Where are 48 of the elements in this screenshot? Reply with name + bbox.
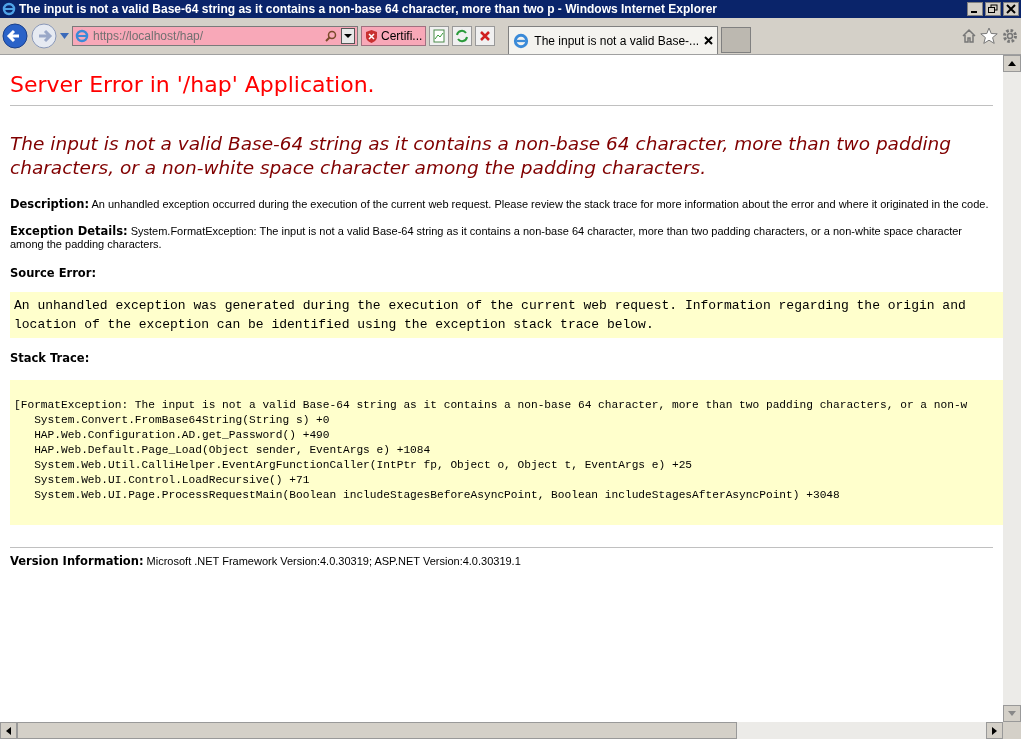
browser-tab[interactable]: The input is not a valid Base-... xyxy=(508,26,719,54)
field-text: Exception Details: System.FormatException: The input is not a valid Base-64 string as it contains a non-base 64 character, more than two padding characters, or a non-white space character among the padding characters. xyxy=(10,225,963,251)
dropdown-icon[interactable] xyxy=(341,28,355,44)
scroll-right-arrow-icon[interactable] xyxy=(992,726,997,735)
code-line: HAP.Web.Configuration.AD.get_Password() +490 xyxy=(33,427,331,443)
error-message: The input is not a valid Base-64 string as it contains a non-base 64 character, more than two padding characters, or a non-white space character among the padding characters. xyxy=(10,132,953,180)
scroll-up-arrow-icon[interactable] xyxy=(1008,61,1016,66)
close-icon[interactable] xyxy=(1003,2,1019,16)
shield-icon xyxy=(365,29,378,43)
scrollbar-thumb[interactable] xyxy=(17,722,737,739)
field-text: Version Information: Microsoft .NET Framework Version:4.0.30319; ASP.NET Version:4.0.30319.1 xyxy=(10,554,522,568)
code-line: HAP.Web.Default.Page_Load(Object sender, EventArgs e) +1084 xyxy=(33,442,432,458)
page-icon xyxy=(75,29,89,43)
page-heading: Server Error in '/hap' Application. xyxy=(10,71,993,106)
search-icon[interactable] xyxy=(325,30,337,42)
refresh-icon[interactable] xyxy=(452,26,473,46)
vertical-scrollbar[interactable] xyxy=(1003,55,1021,722)
browser-logo-icon xyxy=(2,2,16,16)
horizontal-scrollbar[interactable] xyxy=(0,722,1003,739)
settings-icon[interactable] xyxy=(1001,27,1019,45)
stop-icon[interactable] xyxy=(475,26,496,46)
home-icon[interactable] xyxy=(961,28,977,44)
code-line: System.Web.UI.Control.LoadRecursive() +71 xyxy=(33,472,311,488)
code-line: [FormatException: The input is not a valid Base-64 string as it contains a non-base 64 character, more than two padding characters, or a non-w xyxy=(14,397,969,413)
restore-icon[interactable] xyxy=(985,2,1001,16)
page-icon xyxy=(513,32,530,49)
star-icon[interactable] xyxy=(980,27,998,45)
code-line: An unhandled exception was generated during the execution of the current web request. Information regarding the origin and xyxy=(14,297,967,316)
scroll-left-arrow-icon[interactable] xyxy=(6,726,11,735)
code-line: location of the exception can be identified using the exception stack trace below. xyxy=(14,316,655,335)
scrollbar-corner xyxy=(1003,722,1021,739)
tab-label: The input is not a valid Base-... xyxy=(534,32,700,50)
compatibility-icon[interactable] xyxy=(429,26,450,46)
certificate-error-button[interactable]: Certifi... xyxy=(361,26,427,46)
back-icon[interactable] xyxy=(2,23,28,49)
url-text: https://localhost/hap/ xyxy=(93,28,205,45)
scroll-down-arrow-icon[interactable] xyxy=(1008,711,1016,716)
section-label: Stack Trace: xyxy=(10,350,91,368)
code-line: System.Convert.FromBase64String(String s) +0 xyxy=(33,412,331,428)
section-label: Source Error: xyxy=(10,265,98,282)
window-title: The input is not a valid Base-64 string as it contains a non-base 64 character, more than two p - Windows Internet Explorer xyxy=(19,1,719,18)
code-line: System.Web.UI.Page.ProcessRequestMain(Boolean includeStagesBeforeAsyncPoint, Boolean includeStagesAfterAsyncPoint) +3048 xyxy=(33,487,841,503)
close-tab-icon[interactable] xyxy=(704,36,714,45)
dropdown-arrow-icon[interactable] xyxy=(60,33,69,39)
code-line: System.Web.Util.CalliHelper.EventArgFunctionCaller(IntPtr fp, Object o, Object t, EventArgs e) +25 xyxy=(33,457,694,473)
field-text: Description: An unhandled exception occurred during the execution of the current web request. Please review the stack trace for more information about the error and where it originated in the code. xyxy=(10,198,990,211)
minimize-icon[interactable] xyxy=(967,2,983,16)
new-tab-button[interactable] xyxy=(721,27,752,53)
